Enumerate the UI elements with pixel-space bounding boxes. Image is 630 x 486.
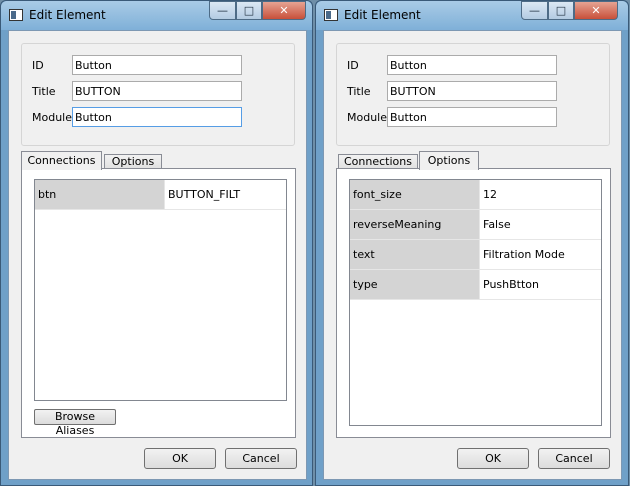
id-label: ID	[32, 59, 44, 72]
connections-table: btn BUTTON_FILT	[34, 179, 287, 401]
property-value[interactable]: 12	[480, 180, 601, 209]
minimize-button[interactable]: —	[521, 1, 548, 20]
app-icon	[324, 9, 338, 21]
cancel-button[interactable]: Cancel	[538, 448, 610, 469]
property-value[interactable]: Filtration Mode	[480, 240, 601, 269]
table-row[interactable]: font_size 12	[350, 180, 601, 210]
id-label: ID	[347, 59, 359, 72]
browse-aliases-button[interactable]: Browse Aliases	[34, 409, 116, 437]
tab-connections[interactable]: Connections	[21, 151, 102, 170]
edit-element-dialog-options: Edit Element — □ ✕ ID Title Module Conne…	[315, 0, 629, 486]
tab-connections[interactable]: Connections	[338, 154, 418, 169]
ok-button[interactable]: OK	[144, 448, 216, 469]
identity-group: ID Title Module	[336, 43, 610, 146]
window-title: Edit Element	[29, 8, 106, 22]
title-field[interactable]	[387, 81, 557, 101]
module-label: Module	[347, 111, 387, 124]
title-label: Title	[32, 85, 56, 98]
module-label: Module	[32, 111, 72, 124]
table-row[interactable]: btn BUTTON_FILT	[35, 180, 286, 210]
property-key: reverseMeaning	[350, 210, 480, 239]
property-value[interactable]: PushBtton	[480, 270, 601, 299]
options-table: font_size 12 reverseMeaning False text F…	[349, 179, 602, 426]
id-field[interactable]	[72, 55, 242, 75]
maximize-button[interactable]: □	[236, 1, 262, 20]
minimize-button[interactable]: —	[209, 1, 236, 20]
property-value[interactable]: BUTTON_FILT	[165, 180, 286, 209]
property-value[interactable]: False	[480, 210, 601, 239]
window-title: Edit Element	[344, 8, 421, 22]
property-key: btn	[35, 180, 165, 209]
property-key: font_size	[350, 180, 480, 209]
dialog-body: ID Title Module Connections Options btn …	[8, 30, 307, 480]
maximize-button[interactable]: □	[548, 1, 574, 20]
module-field[interactable]	[387, 107, 557, 127]
dialog-body: ID Title Module Connections Options font…	[323, 30, 622, 480]
identity-group: ID Title Module	[21, 43, 295, 146]
tab-options[interactable]: Options	[419, 151, 479, 170]
module-field[interactable]	[72, 107, 242, 127]
table-row[interactable]: text Filtration Mode	[350, 240, 601, 270]
title-bar[interactable]: Edit Element — □ ✕	[316, 1, 628, 30]
close-button[interactable]: ✕	[262, 1, 306, 20]
cancel-button[interactable]: Cancel	[225, 448, 297, 469]
title-label: Title	[347, 85, 371, 98]
title-field[interactable]	[72, 81, 242, 101]
ok-button[interactable]: OK	[457, 448, 529, 469]
table-row[interactable]: type PushBtton	[350, 270, 601, 300]
close-button[interactable]: ✕	[574, 1, 618, 20]
tab-options[interactable]: Options	[104, 154, 162, 169]
app-icon	[9, 9, 23, 21]
id-field[interactable]	[387, 55, 557, 75]
title-bar[interactable]: Edit Element — □ ✕	[1, 1, 312, 30]
connections-panel: btn BUTTON_FILT Browse Aliases	[21, 168, 296, 438]
property-key: text	[350, 240, 480, 269]
property-key: type	[350, 270, 480, 299]
edit-element-dialog-connections: Edit Element — □ ✕ ID Title Module Conne…	[0, 0, 313, 486]
options-panel: font_size 12 reverseMeaning False text F…	[336, 168, 611, 438]
table-row[interactable]: reverseMeaning False	[350, 210, 601, 240]
